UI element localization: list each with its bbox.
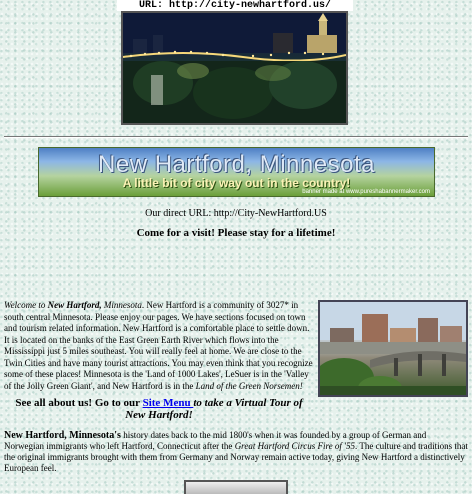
direct-url-text: Our direct URL: http://City-NewHartford.…	[145, 208, 327, 219]
site-menu-link[interactable]: Site Menu	[143, 397, 194, 409]
banner-tagline: A little bit of city way out in the coun…	[122, 176, 351, 190]
intro-state: Minnesota	[101, 300, 142, 310]
night-city-photo	[121, 11, 348, 125]
intro-paragraph: Welcome to New Hartford, Minnesota. New …	[4, 300, 314, 392]
history-paragraph: New Hartford, Minnesota's history dates …	[4, 430, 468, 474]
intro-land: Land of the Green Norsemen!	[195, 380, 303, 391]
tagline: Come for a visit! Please stay for a life…	[136, 227, 336, 239]
site-menu-callout: See all about us! Go to our Site Menu to…	[4, 397, 314, 421]
intro-welcome: Welcome to	[4, 300, 48, 310]
horizontal-rule	[4, 136, 468, 138]
bottom-photo	[184, 480, 288, 494]
banner-title: New Hartford, Minnesota	[98, 151, 375, 178]
url-bar: URL: http://city-newhartford.us/	[117, 0, 353, 11]
banner-credit: banner made at www.pureshabannermaker.co…	[302, 189, 430, 195]
history-fire: Great Hartford Circus Fire of '55	[234, 441, 356, 451]
history-lead: New Hartford, Minnesota's	[4, 430, 121, 441]
intro-text: . New Hartford is a community of 3027* i…	[4, 300, 313, 391]
town-photo	[318, 300, 468, 397]
intro-town: New Hartford,	[47, 300, 102, 310]
town-banner: New Hartford, Minnesota A little bit of …	[38, 147, 435, 197]
see-all-prefix: See all about us! Go to our	[15, 397, 143, 409]
